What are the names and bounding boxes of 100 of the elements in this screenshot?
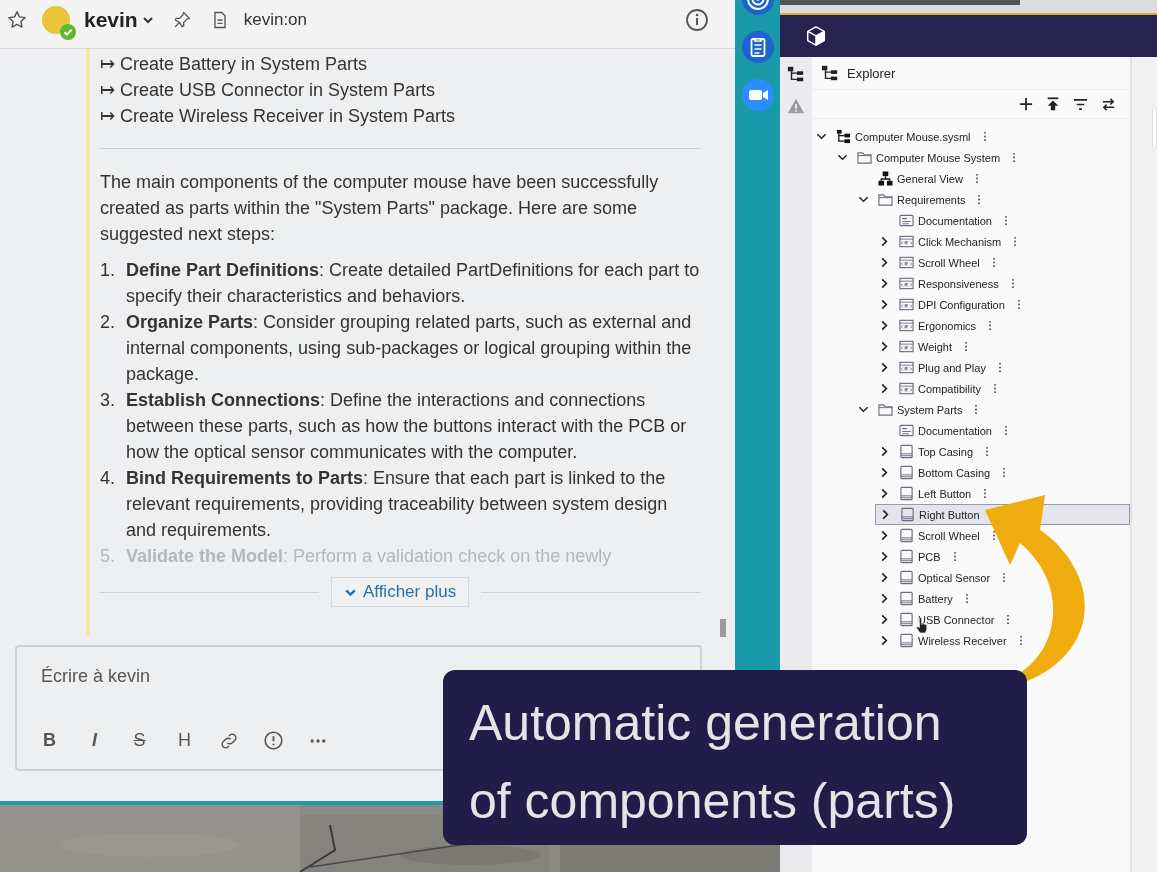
more-icon[interactable] <box>988 320 993 331</box>
more-icon[interactable] <box>1002 572 1007 583</box>
chevron-right-icon[interactable] <box>879 488 890 499</box>
tree-item[interactable]: Computer Mouse.sysml <box>812 126 1130 147</box>
tree-item[interactable]: DPI Configuration <box>875 294 1130 315</box>
heading-button[interactable]: H <box>174 730 195 751</box>
more-icon[interactable] <box>1002 467 1007 478</box>
more-icon[interactable] <box>1018 635 1023 646</box>
list-number: 1. <box>100 259 116 283</box>
tree-item[interactable]: Left Button <box>875 483 1130 504</box>
more-icon[interactable] <box>1013 236 1018 247</box>
chevron-right-icon[interactable] <box>879 362 890 373</box>
tree-item-label: Left Button <box>918 487 972 500</box>
chevron-right-icon[interactable] <box>879 341 890 352</box>
list-item-text: Bind Requirements to Parts: Ensure that each part is linked to the relevant requirements, providing traceability between system design and requirements. <box>126 467 669 543</box>
more-icon[interactable] <box>974 404 979 415</box>
chevron-right-icon[interactable] <box>879 383 890 394</box>
more-icon[interactable] <box>997 362 1002 373</box>
chevron-right-icon[interactable] <box>879 530 890 541</box>
tree-item[interactable]: Ergonomics <box>875 315 1130 336</box>
chevron-down-icon[interactable] <box>858 404 869 415</box>
tree-item[interactable]: Bottom Casing <box>875 462 1130 483</box>
chevron-right-icon[interactable] <box>879 551 890 562</box>
chevron-right-icon[interactable] <box>879 467 890 478</box>
italic-button[interactable]: I <box>84 730 105 751</box>
arrow-up-icon[interactable] <box>1046 97 1060 111</box>
chevron-right-icon[interactable] <box>879 278 890 289</box>
chevron-right-icon[interactable] <box>879 614 890 625</box>
chevron-right-icon[interactable] <box>879 299 890 310</box>
more-icon[interactable] <box>1010 278 1015 289</box>
tree-item[interactable]: USB Connector <box>875 609 1130 630</box>
plus-icon[interactable] <box>1019 97 1033 111</box>
link-icon[interactable] <box>219 730 239 751</box>
strikethrough-button[interactable]: S <box>129 730 150 751</box>
channel-name[interactable]: kevin <box>84 8 138 33</box>
scrollbar-thumb[interactable] <box>720 619 726 638</box>
info-icon[interactable] <box>685 8 709 33</box>
tree-item[interactable]: Plug and Play <box>875 357 1130 378</box>
more-icon[interactable] <box>1004 425 1008 436</box>
filter-icon[interactable] <box>1073 96 1088 112</box>
chevron-right-icon[interactable] <box>879 236 890 247</box>
more-icon[interactable] <box>992 383 997 394</box>
show-more-button[interactable]: Afficher plus <box>330 577 470 608</box>
tree-item[interactable]: Wireless Receiver <box>875 630 1130 651</box>
tree-icon[interactable] <box>787 65 805 83</box>
action-link[interactable]: ↦ Create Battery in System Parts <box>100 51 700 78</box>
chevron-right-icon[interactable] <box>879 320 890 331</box>
chevron-down-icon[interactable] <box>816 131 827 142</box>
chevron-right-icon[interactable] <box>879 446 890 457</box>
chevron-right-icon[interactable] <box>879 257 890 268</box>
tree-item[interactable]: Battery <box>875 588 1130 609</box>
action-link[interactable]: ↦ Create USB Connector in System Parts <box>100 77 700 104</box>
more-icon[interactable] <box>1006 614 1011 625</box>
more-icon[interactable] <box>952 551 957 562</box>
more-icon[interactable] <box>964 341 969 352</box>
more-icon[interactable] <box>977 194 982 205</box>
more-icon[interactable] <box>1004 215 1008 226</box>
more-icon[interactable] <box>991 257 996 268</box>
video-camera-icon[interactable] <box>741 79 774 111</box>
tree-item-label: Documentation <box>918 424 992 437</box>
tree-item[interactable]: Scroll Wheel <box>875 252 1130 273</box>
more-icon[interactable] <box>1016 299 1021 310</box>
folder-icon <box>878 402 893 417</box>
chevron-down-icon[interactable] <box>837 152 848 163</box>
tree-item[interactable]: Click Mechanism <box>875 231 1130 252</box>
more-icon[interactable] <box>1012 152 1017 163</box>
tree-item[interactable]: Optical Sensor <box>875 567 1130 588</box>
tree-item[interactable]: Documentation <box>875 420 1130 441</box>
tree-item[interactable]: Responsiveness <box>875 273 1130 294</box>
more-icon[interactable] <box>964 593 969 604</box>
cube-icon[interactable] <box>805 25 827 47</box>
more-icon[interactable] <box>982 131 987 142</box>
list-number: 4. <box>100 467 116 491</box>
requirement-icon <box>899 255 914 270</box>
model-file-icon <box>836 129 851 144</box>
action-link[interactable]: ↦ Create Wireless Receiver in System Parts <box>100 103 700 130</box>
alert-icon[interactable] <box>263 730 284 751</box>
more-icon[interactable] <box>983 488 988 499</box>
chevron-right-icon[interactable] <box>879 593 890 604</box>
tree-item-label: General View <box>897 172 963 185</box>
chevron-right-icon[interactable] <box>880 509 891 520</box>
swap-icon[interactable] <box>1101 96 1116 112</box>
more-icon[interactable] <box>974 173 979 184</box>
chevron-right-icon[interactable] <box>879 572 890 583</box>
tree-item[interactable]: General View <box>854 168 1130 189</box>
tree-item[interactable]: PCB <box>875 546 1130 567</box>
tree-item[interactable]: Requirements <box>854 189 1130 210</box>
tree-item[interactable]: Documentation <box>875 210 1130 231</box>
tree-item[interactable]: Scroll Wheel <box>875 525 1130 546</box>
tree-item[interactable]: System Parts <box>854 399 1130 420</box>
chevron-right-icon[interactable] <box>879 635 890 646</box>
chevron-down-icon[interactable] <box>858 194 869 205</box>
more-icon[interactable] <box>991 530 996 541</box>
tree-item[interactable]: Weight <box>875 336 1130 357</box>
tree-item[interactable]: Computer Mouse System <box>833 147 1130 168</box>
tree-item[interactable]: Compatibility <box>875 378 1130 399</box>
clipboard-icon[interactable] <box>741 31 774 63</box>
tree-item[interactable]: Top Casing <box>875 441 1130 462</box>
bold-button[interactable]: B <box>39 730 60 751</box>
more-icon[interactable] <box>985 446 990 457</box>
